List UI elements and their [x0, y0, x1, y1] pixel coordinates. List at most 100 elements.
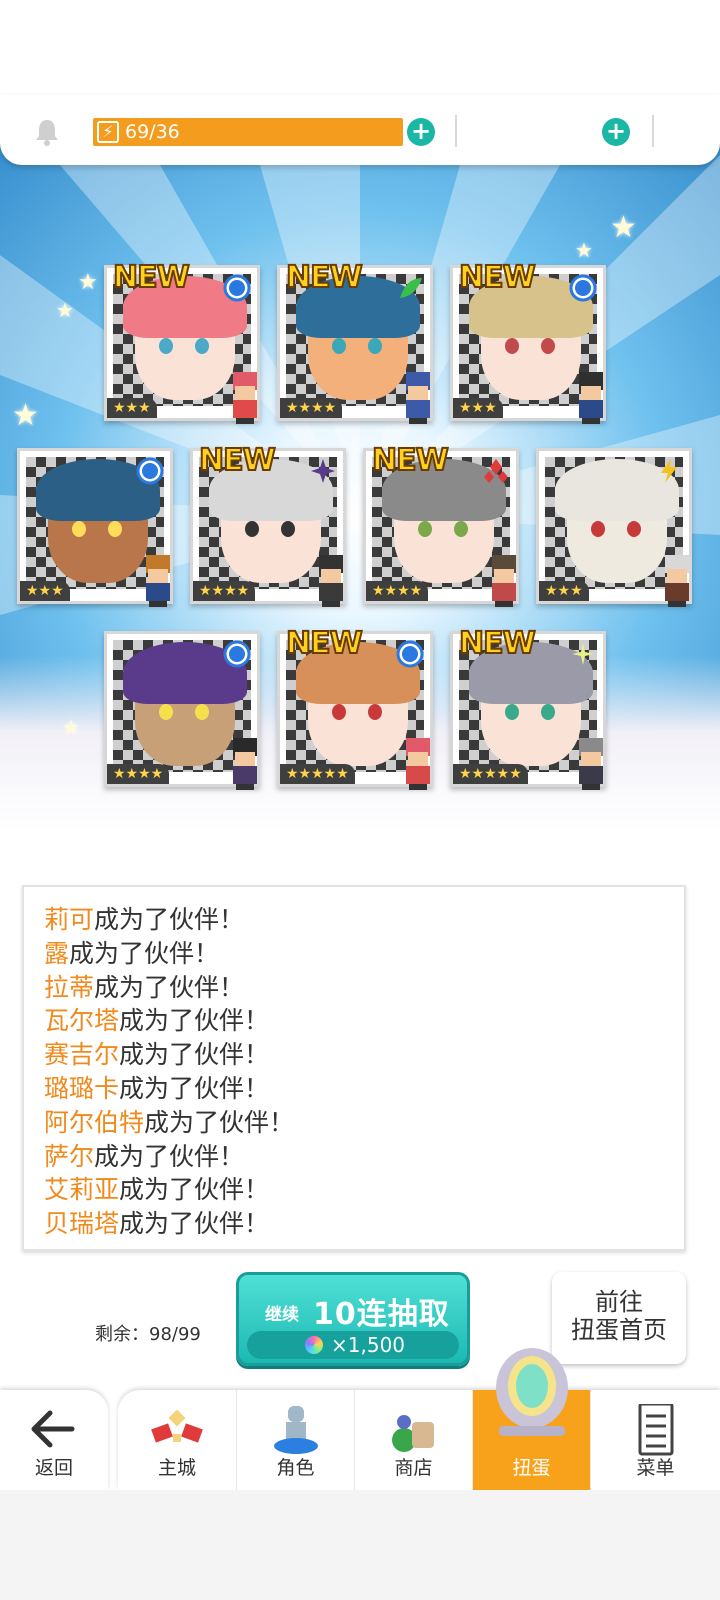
pixel-sprite — [484, 555, 524, 607]
divider — [455, 115, 457, 147]
pull-cost: ×1,500 — [331, 1333, 406, 1357]
add-stamina-button[interactable]: + — [407, 118, 435, 146]
log-message: 成为了伙伴！ — [144, 1107, 295, 1137]
log-line: 露成为了伙伴！ — [44, 937, 684, 971]
character-card[interactable]: ★★★★ NEW — [190, 442, 346, 607]
character-name: 赛吉尔 — [44, 1040, 120, 1070]
rarity-stars: ★★★ — [107, 398, 157, 418]
sparkle-icon: ★ — [610, 210, 637, 245]
log-line: 莉可成为了伙伴！ — [44, 903, 684, 937]
pull-cost-bar: ×1,500 — [247, 1331, 459, 1359]
tab-label: 扭蛋 — [512, 1457, 551, 1479]
log-line: 贝瑞塔成为了伙伴！ — [44, 1207, 684, 1241]
log-message: 成为了伙伴！ — [69, 938, 220, 968]
rarity-stars: ★★★★★ — [280, 764, 355, 784]
green-leaf-icon — [400, 278, 422, 298]
add-gems-button[interactable]: + — [602, 118, 630, 146]
rarity-stars: ★★★★ — [280, 398, 343, 418]
log-message: 成为了伙伴！ — [119, 1209, 270, 1239]
bottom-nav: 返回 主城 角色 商店 扭蛋 菜单 — [0, 1348, 720, 1490]
tab-gacha[interactable]: 扭蛋 — [472, 1348, 590, 1490]
ten-pull-button[interactable]: 继续 10连抽取 ×1,500 — [236, 1272, 470, 1366]
character-card[interactable]: ★★★ NEW — [450, 259, 606, 424]
tab-castle[interactable]: 主城 — [118, 1390, 236, 1490]
log-line: 拉蒂成为了伙伴！ — [44, 971, 684, 1005]
bell-icon[interactable] — [32, 117, 62, 147]
character-name: 艾莉亚 — [44, 1175, 120, 1205]
character-card[interactable]: ★★★★ — [104, 631, 260, 790]
home-line1: 前往 — [595, 1288, 643, 1316]
pixel-sprite — [311, 555, 351, 607]
character-card[interactable]: ★★★ — [536, 448, 692, 607]
pull-label: 10连抽取 — [313, 1297, 450, 1332]
tab-menu[interactable]: 菜单 — [590, 1390, 720, 1490]
tab-label: 商店 — [394, 1457, 433, 1479]
new-label: NEW — [285, 625, 364, 662]
back-arrow-icon — [31, 1410, 75, 1448]
rarity-stars: ★★★★ — [107, 764, 170, 784]
system-nav-area — [0, 1490, 720, 1600]
blue-circle-icon — [396, 640, 424, 668]
character-card[interactable]: ★★★★ NEW — [363, 442, 519, 607]
new-label: NEW — [458, 625, 537, 662]
castle-icon — [151, 1409, 203, 1443]
back-button[interactable]: 返回 — [0, 1390, 108, 1490]
resource-bar: ⚡ 69/36 + + — [0, 95, 720, 165]
sparkle-icon: ★ — [62, 715, 80, 739]
character-card[interactable]: ★★★★★ NEW — [277, 625, 433, 790]
character-card[interactable]: ★★★★★ NEW — [450, 625, 606, 790]
back-label: 返回 — [34, 1457, 73, 1479]
rarity-stars: ★★★★ — [366, 581, 429, 601]
sparkle-icon — [572, 643, 594, 665]
new-label: NEW — [458, 259, 537, 296]
tab-character[interactable]: 角色 — [236, 1390, 354, 1490]
tab-shop[interactable]: 商店 — [354, 1390, 472, 1490]
character-name: 瓦尔塔 — [44, 1006, 120, 1036]
character-card[interactable]: ★★★ NEW — [104, 259, 260, 424]
pixel-sprite — [398, 738, 438, 790]
sparkle-icon: ★ — [575, 238, 593, 262]
new-label: NEW — [198, 442, 277, 479]
home-line2: 扭蛋首页 — [571, 1316, 667, 1344]
character-icon — [273, 1406, 318, 1454]
continue-label: 继续 — [265, 1305, 299, 1325]
log-line: 萨尔成为了伙伴！ — [44, 1140, 684, 1174]
nav-tabs: 主城 角色 商店 扭蛋 菜单 — [118, 1348, 720, 1490]
red-diamond-icon — [484, 459, 508, 483]
tab-label: 菜单 — [636, 1457, 675, 1479]
character-card[interactable]: ★★★ — [17, 448, 173, 607]
character-name: 阿尔伯特 — [44, 1107, 145, 1137]
pixel-sprite — [225, 738, 265, 790]
pixel-sprite — [657, 555, 697, 607]
character-name: 拉蒂 — [44, 972, 95, 1002]
sparkle-icon: ★ — [56, 298, 74, 322]
pixel-sprite — [398, 372, 438, 424]
blue-circle-icon — [223, 640, 251, 668]
purple-star-icon — [311, 459, 335, 483]
sparkle-icon: ★ — [12, 398, 39, 433]
blue-circle-icon — [569, 274, 597, 302]
character-name: 露 — [44, 938, 70, 968]
tab-label: 主城 — [157, 1457, 196, 1479]
gacha-icon — [496, 1348, 568, 1436]
sparkle-icon: ★ — [78, 270, 98, 295]
new-label: NEW — [371, 442, 450, 479]
shop-icon — [391, 1415, 434, 1452]
blue-circle-icon — [136, 457, 164, 485]
rarity-stars: ★★★ — [20, 581, 70, 601]
stamina-text: 69/36 — [125, 121, 180, 143]
pixel-sprite — [571, 372, 611, 424]
log-line: 璐璐卡成为了伙伴！ — [44, 1072, 684, 1106]
log-line: 阿尔伯特成为了伙伴！ — [44, 1106, 684, 1140]
pixel-sprite — [571, 738, 611, 790]
character-card[interactable]: ★★★★ NEW — [277, 259, 433, 424]
result-log[interactable]: 莉可成为了伙伴！ 露成为了伙伴！ 拉蒂成为了伙伴！ 瓦尔塔成为了伙伴！ 赛吉尔成为了伙伴… — [22, 885, 686, 1251]
yellow-lightning-icon — [661, 459, 677, 483]
divider — [652, 115, 654, 147]
lightning-icon: ⚡ — [97, 121, 119, 143]
pixel-sprite — [225, 372, 265, 424]
rarity-stars: ★★★ — [539, 581, 589, 601]
log-message: 成为了伙伴！ — [94, 1141, 245, 1171]
log-line: 艾莉亚成为了伙伴！ — [44, 1173, 684, 1207]
new-label: NEW — [112, 259, 191, 296]
